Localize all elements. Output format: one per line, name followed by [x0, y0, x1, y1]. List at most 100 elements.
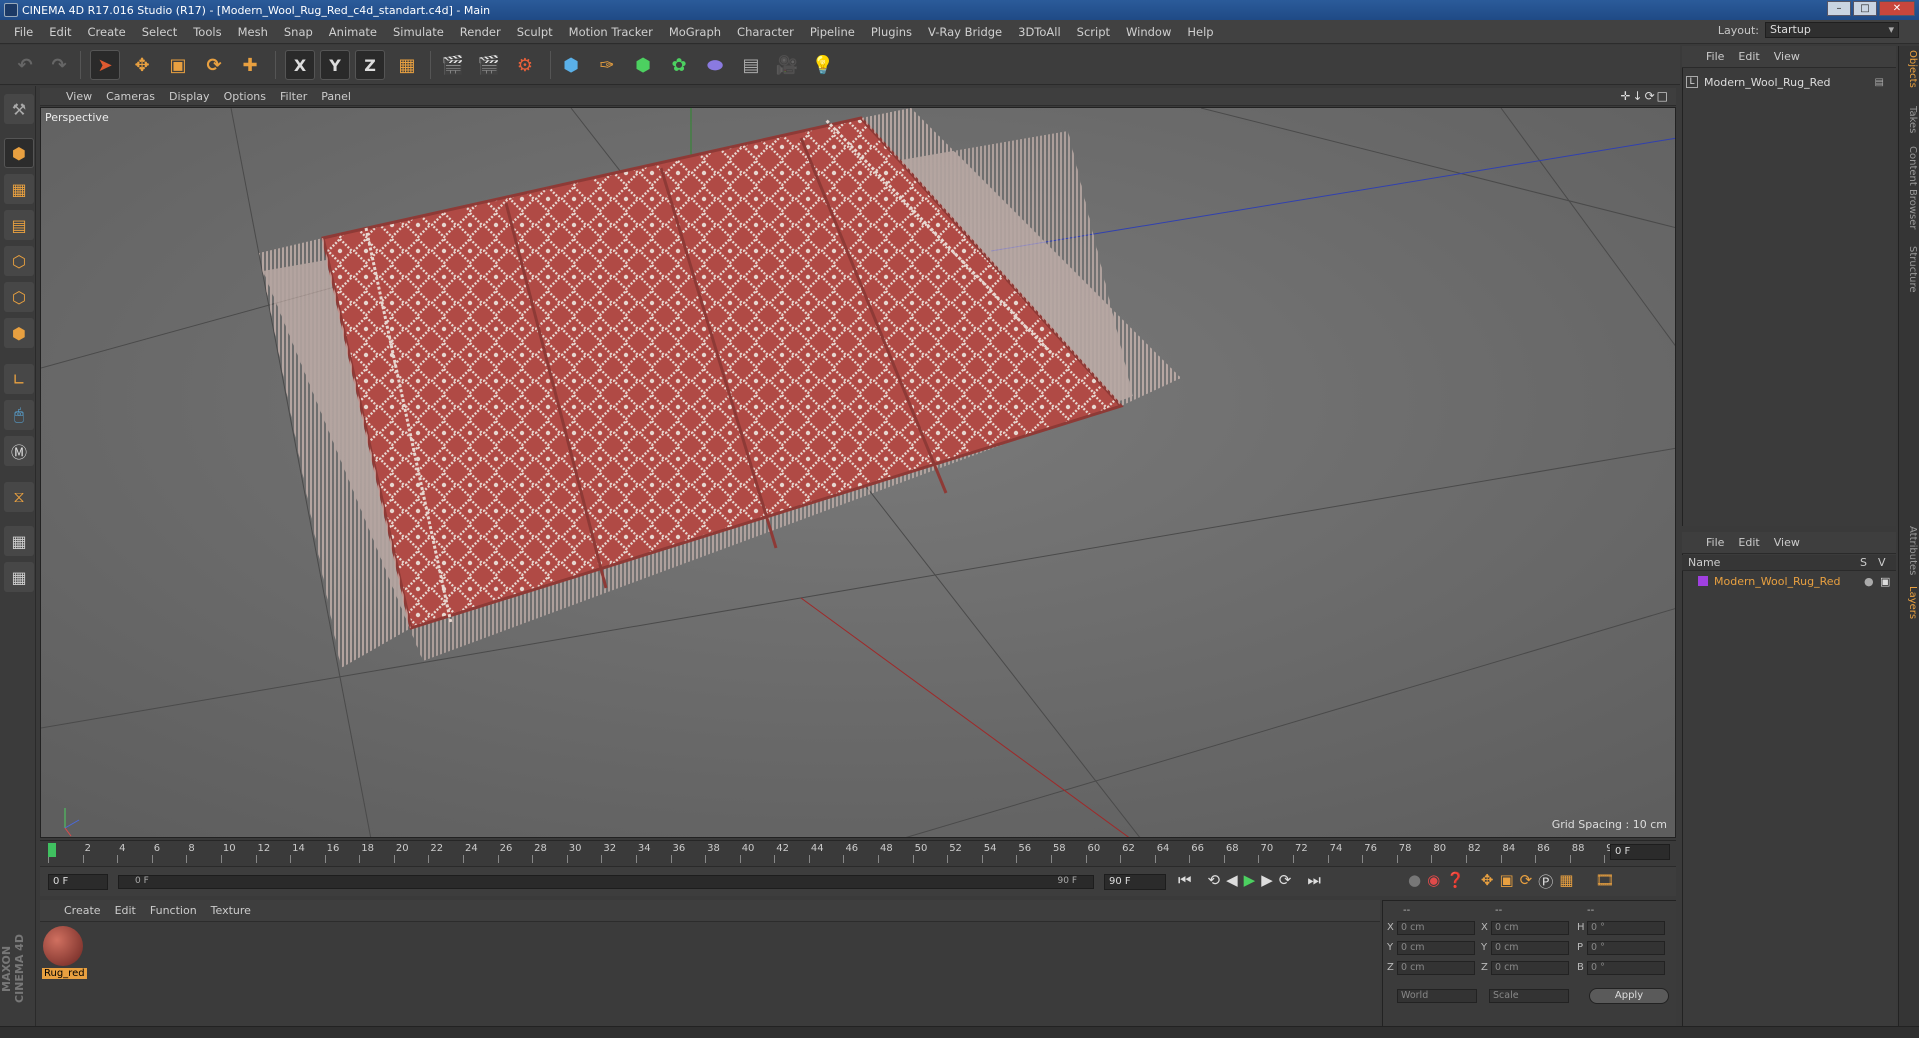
objects-menu-file[interactable]: File: [1706, 50, 1738, 63]
previous-key-icon[interactable]: ⟲: [1208, 871, 1221, 889]
menu-mesh[interactable]: Mesh: [230, 25, 276, 39]
render-view-icon[interactable]: 🎬: [438, 50, 468, 80]
objects-menu-edit[interactable]: Edit: [1738, 50, 1773, 63]
menu-file[interactable]: File: [6, 25, 41, 39]
right-tab-attributes[interactable]: Attributes: [1901, 526, 1918, 575]
layers-menu-edit[interactable]: Edit: [1738, 536, 1773, 549]
coordinate-system-icon[interactable]: ▦: [392, 50, 422, 80]
coord-value-field[interactable]: 0 cm: [1491, 941, 1569, 955]
coord-value-field[interactable]: 0 °: [1587, 921, 1665, 935]
coord-value-field[interactable]: 0 cm: [1491, 961, 1569, 975]
render-to-picture-viewer-icon[interactable]: 🎬: [474, 50, 504, 80]
maximize-button[interactable]: □: [1853, 1, 1877, 16]
viewport-navigation-icons[interactable]: ✛↓⟳□: [1620, 89, 1670, 103]
object-tag-icon[interactable]: ▤: [1875, 77, 1884, 88]
pen-spline-icon[interactable]: ✑: [592, 50, 622, 80]
points-mode-icon[interactable]: ⬡: [4, 246, 34, 276]
timeline-ruler[interactable]: 0246810121416182022242628303234363840424…: [40, 840, 1676, 864]
edges-mode-icon[interactable]: ⬡: [4, 282, 34, 312]
material-menu-create[interactable]: Create: [64, 904, 115, 917]
menu-plugins[interactable]: Plugins: [863, 25, 920, 39]
go-to-start-icon[interactable]: ⏮: [1178, 871, 1192, 889]
x-axis-lock-icon[interactable]: X: [285, 50, 315, 80]
right-tab-takes[interactable]: Takes: [1901, 106, 1918, 133]
menu-3dtoall[interactable]: 3DToAll: [1010, 25, 1069, 39]
material-menu-function[interactable]: Function: [150, 904, 211, 917]
material-item[interactable]: Rug_red: [42, 926, 87, 986]
menu-sculpt[interactable]: Sculpt: [509, 25, 561, 39]
mograph-cloner-icon[interactable]: ✿: [664, 50, 694, 80]
menu-motion-tracker[interactable]: Motion Tracker: [561, 25, 661, 39]
start-frame-field[interactable]: 0 F: [48, 874, 108, 890]
polygons-mode-icon[interactable]: ⬢: [4, 318, 34, 348]
apply-button[interactable]: Apply: [1589, 988, 1669, 1004]
axis-mode-icon[interactable]: ∟: [4, 364, 34, 394]
menu-simulate[interactable]: Simulate: [385, 25, 452, 39]
menu-window[interactable]: Window: [1118, 25, 1179, 39]
layer-visible-icon[interactable]: ▣: [1880, 575, 1892, 588]
parameter-key-icon[interactable]: Ⓟ: [1538, 871, 1553, 892]
move-icon[interactable]: ✥: [127, 50, 157, 80]
layers-menu-file[interactable]: File: [1706, 536, 1738, 549]
next-frame-icon[interactable]: ▶: [1261, 871, 1273, 889]
cube-icon[interactable]: ⬢: [556, 50, 586, 80]
menu-help[interactable]: Help: [1179, 25, 1221, 39]
menu-pipeline[interactable]: Pipeline: [802, 25, 863, 39]
scale-icon[interactable]: ▣: [163, 50, 193, 80]
layer-name[interactable]: Modern_Wool_Rug_Red: [1714, 575, 1864, 588]
layout-dropdown[interactable]: Startup: [1765, 22, 1899, 38]
coord-value-field[interactable]: 0 cm: [1397, 921, 1475, 935]
menu-v-ray-bridge[interactable]: V-Ray Bridge: [920, 25, 1010, 39]
render-settings-icon[interactable]: ⚙: [510, 50, 540, 80]
record-keys-icon[interactable]: ●: [1408, 871, 1421, 892]
floor-icon[interactable]: ▤: [736, 50, 766, 80]
viewport-menu-options[interactable]: Options: [224, 90, 274, 103]
current-frame-field[interactable]: 0 F: [1610, 844, 1670, 860]
live-selection-icon[interactable]: ➤: [90, 50, 120, 80]
snap-icon[interactable]: Ⓜ: [4, 436, 34, 466]
texture-mode-icon[interactable]: ▦: [4, 174, 34, 204]
go-to-end-icon[interactable]: ⏭: [1307, 871, 1321, 889]
y-axis-lock-icon[interactable]: Y: [320, 50, 350, 80]
right-tab-content-browser[interactable]: Content Browser: [1901, 146, 1918, 229]
workplane-mode-icon[interactable]: ▤: [4, 210, 34, 240]
scale-key-icon[interactable]: ▣: [1499, 871, 1513, 892]
layers-menu-view[interactable]: View: [1774, 536, 1814, 549]
coord-value-field[interactable]: 0 cm: [1397, 961, 1475, 975]
menu-tools[interactable]: Tools: [185, 25, 229, 39]
undo-icon[interactable]: ↶: [10, 50, 40, 80]
objects-menu-view[interactable]: View: [1774, 50, 1814, 63]
viewport-menu-display[interactable]: Display: [169, 90, 218, 103]
timeline-window-icon[interactable]: 🎞: [1595, 871, 1614, 892]
position-key-icon[interactable]: ✥: [1481, 871, 1494, 892]
planar-workplane-icon[interactable]: ▦: [4, 562, 34, 592]
locked-workplane-icon[interactable]: ▦: [4, 526, 34, 556]
end-frame-field[interactable]: 90 F: [1104, 874, 1166, 890]
coord-value-field[interactable]: 0 °: [1587, 941, 1665, 955]
z-axis-lock-icon[interactable]: Z: [355, 50, 385, 80]
layer-row[interactable]: Modern_Wool_Rug_Red ● ▣: [1686, 573, 1892, 589]
minimize-button[interactable]: –: [1827, 1, 1851, 16]
auto-keying-icon[interactable]: ◉: [1427, 871, 1440, 892]
menu-select[interactable]: Select: [134, 25, 185, 39]
playhead[interactable]: [48, 843, 56, 857]
coord-value-field[interactable]: 0 °: [1587, 961, 1665, 975]
tweak-mode-icon[interactable]: 🖱: [4, 400, 34, 430]
right-tab-layers[interactable]: Layers: [1901, 586, 1918, 619]
redo-icon[interactable]: ↷: [44, 50, 74, 80]
point-level-key-icon[interactable]: ▦: [1559, 871, 1573, 892]
subdivision-icon[interactable]: ⬢: [628, 50, 658, 80]
viewport-menu-view[interactable]: View: [66, 90, 100, 103]
menu-create[interactable]: Create: [80, 25, 134, 39]
viewport-menu-cameras[interactable]: Cameras: [106, 90, 163, 103]
camera-icon[interactable]: 🎥: [772, 50, 802, 80]
magnet-icon[interactable]: ⧖: [4, 482, 34, 512]
coord-value-field[interactable]: 0 cm: [1397, 941, 1475, 955]
rotation-key-icon[interactable]: ⟳: [1520, 871, 1533, 892]
make-editable-icon[interactable]: ⚒: [4, 94, 34, 124]
layer-solo-icon[interactable]: ●: [1864, 575, 1880, 588]
menu-render[interactable]: Render: [452, 25, 509, 39]
material-menu-texture[interactable]: Texture: [211, 904, 265, 917]
play-forward-icon[interactable]: ▶: [1244, 871, 1256, 889]
menu-edit[interactable]: Edit: [41, 25, 79, 39]
